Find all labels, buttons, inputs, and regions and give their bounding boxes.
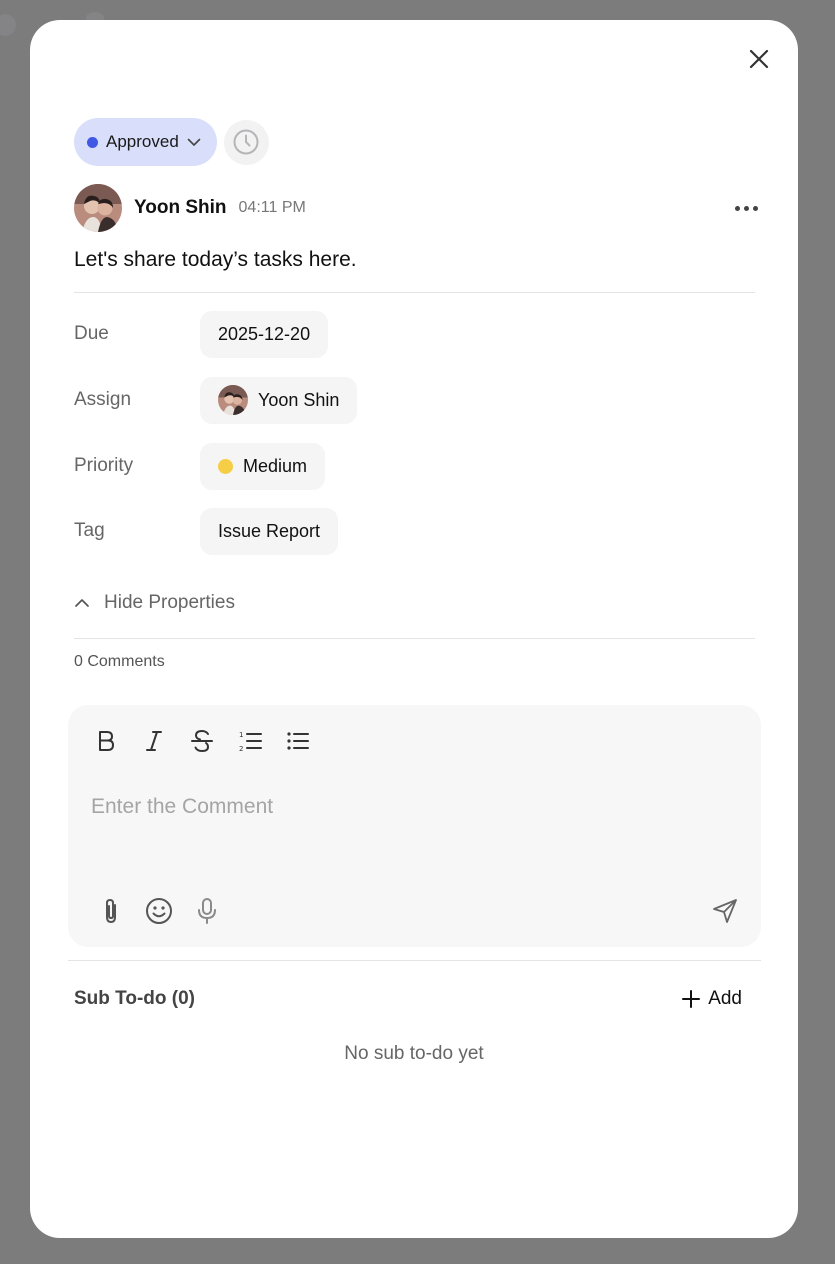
priority-dot bbox=[218, 458, 233, 474]
microphone-icon bbox=[198, 898, 216, 924]
svg-text:1: 1 bbox=[239, 731, 243, 739]
property-tag: Tag Issue Report bbox=[74, 507, 714, 555]
timestamp: 04:11 PM bbox=[238, 199, 306, 216]
status-dot bbox=[87, 136, 98, 148]
author-name: Yoon Shin bbox=[134, 197, 227, 218]
due-date-value: 2025-12-20 bbox=[218, 323, 311, 344]
property-assign: Assign Yoon Shin bbox=[74, 376, 714, 424]
strikethrough-button[interactable] bbox=[186, 725, 218, 757]
more-options-button[interactable] bbox=[735, 200, 758, 217]
status-dropdown[interactable]: Approved bbox=[74, 118, 217, 166]
property-label: Due bbox=[74, 323, 109, 344]
property-priority: Priority Medium bbox=[74, 442, 714, 490]
chevron-down-icon bbox=[187, 138, 201, 146]
assignee-name: Yoon Shin bbox=[258, 389, 340, 410]
due-date-chip[interactable]: 2025-12-20 bbox=[200, 310, 329, 358]
property-due: Due 2025-12-20 bbox=[74, 310, 714, 358]
property-label: Tag bbox=[74, 520, 105, 541]
sub-todo-header: Sub To-do (0) Add bbox=[74, 988, 742, 1010]
emoji-icon bbox=[146, 898, 172, 924]
bold-button[interactable] bbox=[90, 725, 122, 757]
tag-chip[interactable]: Issue Report bbox=[200, 507, 339, 555]
voice-button[interactable] bbox=[192, 895, 222, 927]
plus-icon bbox=[682, 990, 701, 1008]
task-detail-modal: Approved Yoon Shin 04:11 PM Let's share … bbox=[30, 20, 798, 1238]
strikethrough-icon bbox=[191, 729, 213, 753]
emoji-button[interactable] bbox=[144, 895, 174, 927]
divider bbox=[74, 638, 755, 639]
tag-value: Issue Report bbox=[218, 520, 321, 541]
svg-text:2: 2 bbox=[239, 745, 243, 752]
close-button[interactable] bbox=[746, 46, 772, 72]
editor-actions bbox=[96, 895, 222, 927]
close-icon bbox=[749, 49, 769, 69]
divider bbox=[68, 960, 761, 961]
clock-icon bbox=[233, 129, 259, 155]
formatting-toolbar: 1 2 bbox=[90, 725, 314, 757]
avatar bbox=[74, 184, 122, 232]
add-sub-todo-button[interactable]: Add bbox=[682, 988, 742, 1010]
assignee-chip[interactable]: Yoon Shin bbox=[200, 376, 358, 424]
task-text: Let's share today’s tasks here. bbox=[74, 248, 357, 271]
comment-input[interactable] bbox=[91, 795, 731, 819]
bullet-list-icon bbox=[287, 732, 309, 750]
sub-todo-title: Sub To-do (0) bbox=[74, 988, 196, 1009]
background-dot bbox=[0, 14, 16, 36]
more-icon bbox=[735, 205, 740, 211]
paperclip-icon bbox=[106, 898, 116, 924]
send-icon bbox=[713, 899, 737, 923]
status-row: Approved bbox=[74, 118, 269, 166]
comment-editor: 1 2 bbox=[68, 705, 761, 947]
bullet-list-button[interactable] bbox=[282, 725, 314, 757]
avatar bbox=[218, 385, 248, 415]
comments-count: 0 Comments bbox=[74, 653, 165, 670]
history-button[interactable] bbox=[223, 119, 269, 165]
property-label: Assign bbox=[74, 389, 132, 410]
more-icon-dot bbox=[753, 205, 758, 211]
hide-properties-toggle[interactable]: Hide Properties bbox=[74, 592, 235, 614]
attach-button[interactable] bbox=[96, 895, 126, 927]
numbered-list-button[interactable]: 1 2 bbox=[234, 725, 266, 757]
chevron-up-icon bbox=[75, 599, 89, 607]
italic-button[interactable] bbox=[138, 725, 170, 757]
priority-chip[interactable]: Medium bbox=[200, 442, 326, 490]
status-label: Approved bbox=[106, 132, 179, 151]
more-icon-dot bbox=[744, 205, 749, 211]
bold-icon bbox=[99, 731, 114, 751]
add-label: Add bbox=[708, 988, 742, 1009]
italic-icon bbox=[146, 731, 162, 751]
divider bbox=[74, 292, 755, 293]
numbered-list-icon: 1 2 bbox=[239, 731, 262, 752]
empty-state-text: No sub to-do yet bbox=[344, 1043, 484, 1064]
priority-value: Medium bbox=[243, 455, 308, 476]
hide-properties-label: Hide Properties bbox=[104, 592, 235, 613]
send-button[interactable] bbox=[710, 896, 740, 926]
author-row: Yoon Shin 04:11 PM bbox=[74, 184, 758, 232]
property-label: Priority bbox=[74, 455, 134, 476]
